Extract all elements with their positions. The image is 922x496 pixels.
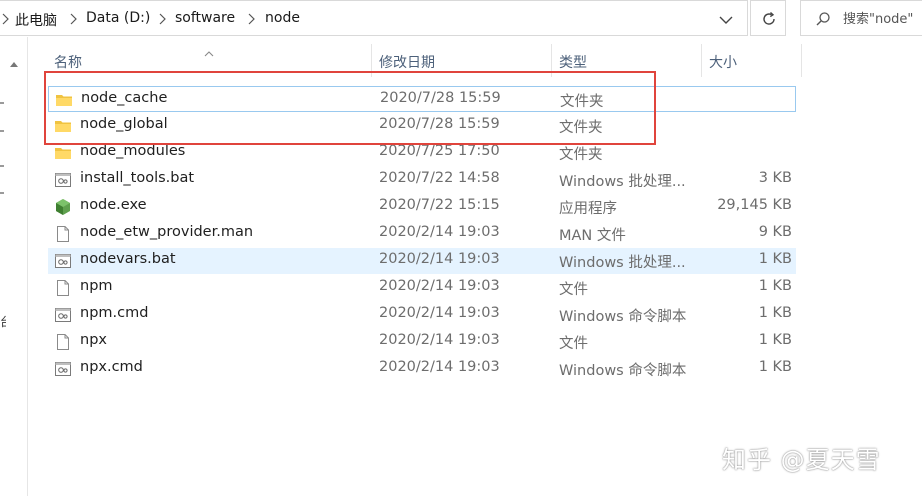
column-divider[interactable] [551,44,552,77]
folder-icon [54,117,72,135]
navigation-pane[interactable]: 台 [0,37,28,496]
tree-item-marker[interactable] [0,102,4,104]
file-row[interactable]: npm 2020/2/14 19:03 文件 1 KB [48,275,796,301]
tree-item-marker[interactable] [0,165,4,167]
file-type: 文件夹 [559,147,603,163]
file-type: Windows 命令脚本 [559,363,687,379]
file-type: Windows 批处理... [559,174,686,190]
file-row[interactable]: npm.cmd 2020/2/14 19:03 Windows 命令脚本 1 KB [48,302,796,328]
column-divider[interactable] [801,44,802,77]
file-name: node_cache [81,90,168,106]
file-type: 文件夹 [559,120,603,136]
cmd-file-icon [54,360,72,378]
file-icon [54,225,72,243]
file-name: node_etw_provider.man [80,224,254,240]
file-row[interactable]: npx.cmd 2020/2/14 19:03 Windows 命令脚本 1 KB [48,356,796,382]
file-size: 1 KB [758,278,792,294]
breadcrumb-software[interactable]: software [175,10,235,26]
batch-file-icon [54,252,72,270]
file-name: nodevars.bat [80,251,176,267]
file-name: npm.cmd [80,305,149,321]
file-name: npx [80,332,107,348]
file-row[interactable]: node_cache 2020/7/28 15:59 文件夹 [48,86,796,112]
breadcrumb-node[interactable]: node [265,10,300,26]
file-icon [54,279,72,297]
tree-item-marker[interactable] [0,192,4,194]
column-header-modified[interactable]: 修改日期 [379,52,435,72]
column-divider[interactable] [701,44,702,77]
file-modified-date: 2020/2/14 19:03 [379,251,500,267]
file-type: MAN 文件 [559,228,626,244]
folder-icon [54,144,72,162]
file-modified-date: 2020/2/14 19:03 [379,305,500,321]
breadcrumb-data-drive[interactable]: Data (D:) [86,10,150,26]
cmd-file-icon [54,306,72,324]
file-size: 1 KB [758,332,792,348]
chevron-right-icon[interactable] [0,10,12,28]
column-header-name[interactable]: 名称 [54,52,82,72]
chevron-down-icon[interactable] [718,12,734,26]
file-row[interactable]: install_tools.bat 2020/7/22 14:58 Windows … [48,167,796,193]
scroll-up-icon[interactable] [9,53,19,72]
file-icon [54,333,72,351]
file-name: node_modules [80,143,186,159]
file-size: 3 KB [758,170,792,186]
file-modified-date: 2020/7/25 17:50 [379,143,500,159]
nav-item-label-fragment[interactable]: 台 [0,313,6,330]
batch-file-icon [54,171,72,189]
tree-item-marker[interactable] [0,130,4,132]
file-modified-date: 2020/2/14 19:03 [379,278,500,294]
file-row[interactable]: nodevars.bat 2020/2/14 19:03 Windows 批处理..… [48,248,796,274]
sort-ascending-icon [204,42,214,61]
file-name: install_tools.bat [80,170,195,186]
file-size: 9 KB [758,224,792,240]
address-bar[interactable]: 此电脑 Data (D:) software node [0,0,748,36]
folder-icon [55,91,73,109]
watermark: 知乎 @夏天雪 [722,446,881,474]
file-type: 文件 [559,336,588,352]
file-type: Windows 命令脚本 [559,309,687,325]
file-size: 29,145 KB [717,197,792,213]
file-row[interactable]: node_etw_provider.man 2020/2/14 19:03 MAN … [48,221,796,247]
file-row[interactable]: npx 2020/2/14 19:03 文件 1 KB [48,329,796,355]
column-header-size[interactable]: 大小 [709,52,737,72]
file-type: 应用程序 [559,201,617,217]
file-size: 1 KB [758,251,792,267]
file-name: node.exe [80,197,147,213]
search-box[interactable] [800,0,922,36]
file-type: 文件夹 [560,94,604,110]
file-size: 1 KB [758,305,792,321]
file-modified-date: 2020/7/22 15:15 [379,197,500,213]
breadcrumb-this-pc[interactable]: 此电脑 [15,10,57,30]
column-divider[interactable] [371,44,372,77]
file-name: npm [80,278,113,294]
file-modified-date: 2020/7/28 15:59 [379,116,500,132]
file-size: 1 KB [758,359,792,375]
file-type: Windows 批处理... [559,255,686,271]
file-modified-date: 2020/7/28 15:59 [380,90,501,106]
file-modified-date: 2020/7/22 14:58 [379,170,500,186]
file-modified-date: 2020/2/14 19:03 [379,359,500,375]
file-modified-date: 2020/2/14 19:03 [379,332,500,348]
column-header-type[interactable]: 类型 [559,52,587,72]
file-row[interactable]: node_modules 2020/7/25 17:50 文件夹 [48,140,796,166]
chevron-right-icon[interactable] [246,10,258,28]
search-input[interactable] [843,9,922,29]
chevron-right-icon[interactable] [68,10,80,28]
nodejs-exe-icon [54,198,72,216]
file-name: npx.cmd [80,359,143,375]
file-row[interactable]: node.exe 2020/7/22 15:15 应用程序 29,145 KB [48,194,796,220]
refresh-button[interactable] [750,0,786,36]
chevron-right-icon[interactable] [157,10,169,28]
file-type: 文件 [559,282,588,298]
file-row[interactable]: node_global 2020/7/28 15:59 文件夹 [48,113,796,139]
file-modified-date: 2020/2/14 19:03 [379,224,500,240]
file-name: node_global [80,116,168,132]
